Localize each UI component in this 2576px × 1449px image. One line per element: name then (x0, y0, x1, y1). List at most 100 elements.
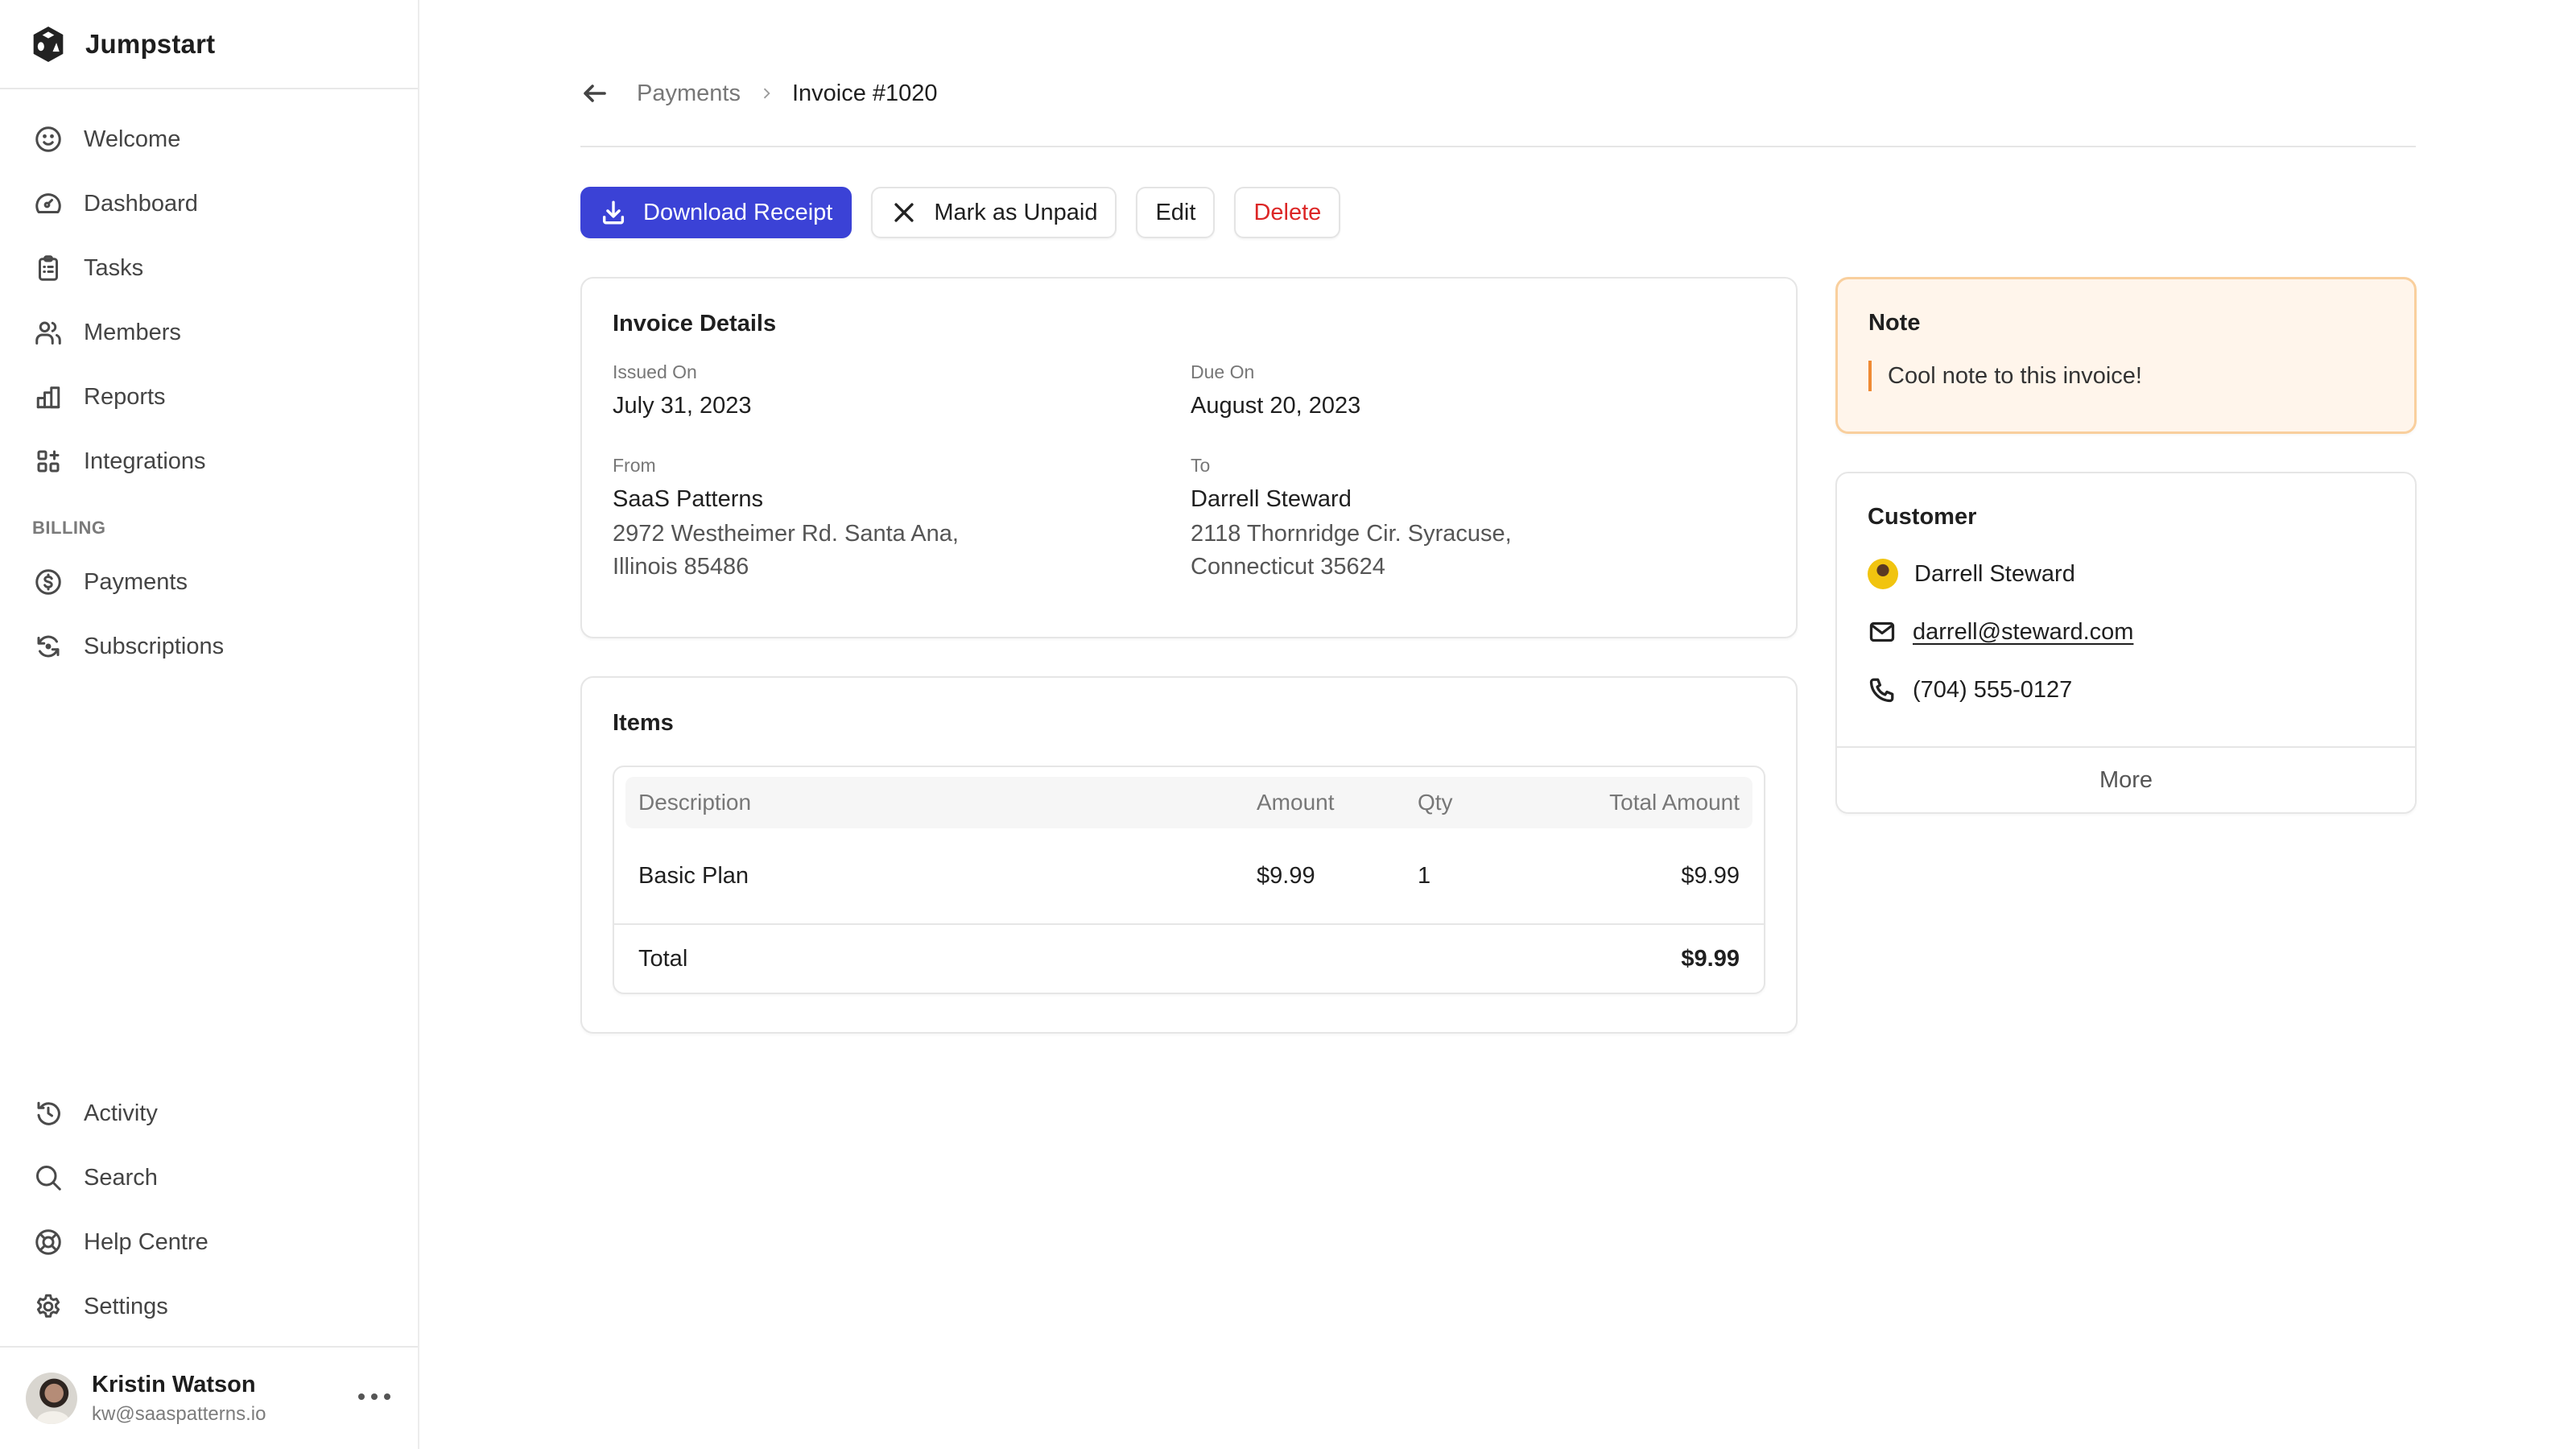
customer-phone-row: (704) 555-0127 (1868, 675, 2384, 704)
smile-icon (35, 126, 61, 152)
sidebar-item-welcome[interactable]: Welcome (0, 107, 418, 171)
sidebar-item-members[interactable]: Members (0, 300, 418, 365)
mark-unpaid-button[interactable]: Mark as Unpaid (871, 187, 1117, 238)
sidebar-item-label: Search (84, 1164, 158, 1191)
sidebar-item-dashboard[interactable]: Dashboard (0, 171, 418, 236)
sidebar-item-label: Subscriptions (84, 633, 225, 659)
billing-section-label: BILLING (32, 518, 106, 538)
sidebar-item-label: Reports (84, 383, 166, 410)
logo-cube-icon (33, 26, 64, 62)
sidebar-item-label: Help Centre (84, 1228, 208, 1255)
items-table: Description Amount Qty Total Amount Basi… (613, 766, 1765, 994)
users-icon (35, 321, 61, 345)
download-icon (602, 200, 625, 225)
sidebar-item-label: Dashboard (84, 190, 198, 217)
sidebar-item-label: Activity (84, 1100, 158, 1126)
issued-on-label: Issued On (613, 361, 697, 382)
issued-on-value: July 31, 2023 (613, 393, 752, 419)
history-icon (37, 1101, 60, 1125)
main-nav: Welcome Dashboard Tasks Members Reports … (0, 89, 418, 679)
refresh-icon (37, 635, 60, 658)
customer-email-link[interactable]: darrell@steward.com (1913, 619, 2133, 646)
sidebar: Jumpstart Welcome Dashboard Tasks Member… (0, 0, 419, 1449)
items-title: Items (613, 710, 674, 736)
column-header-total-amount: Total Amount (1609, 790, 1740, 815)
items-card: Items Description Amount Qty Total Amoun… (580, 676, 1798, 1034)
due-on-label: Due On (1191, 361, 1255, 382)
sidebar-item-label: Members (84, 319, 181, 345)
lifebuoy-icon (35, 1229, 61, 1255)
customer-avatar (1868, 559, 1898, 589)
note-text: Cool note to this invoice! (1888, 362, 2142, 389)
sidebar-item-search[interactable]: Search (0, 1146, 418, 1210)
sidebar-item-integrations[interactable]: Integrations (0, 429, 418, 493)
due-on-field: Due On August 20, 2023 (1191, 361, 1769, 419)
secondary-nav: Activity Search Help Centre Settings (0, 1081, 418, 1339)
item-qty: 1 (1418, 862, 1431, 889)
sidebar-item-label: Payments (84, 568, 188, 595)
action-bar: Download Receipt Mark as Unpaid Edit Del… (580, 187, 1341, 238)
to-label: To (1191, 455, 1211, 476)
total-value: $9.99 (1681, 945, 1740, 972)
breadcrumb-payments-link[interactable]: Payments (637, 80, 741, 107)
column-header-qty: Qty (1418, 790, 1453, 815)
user-profile[interactable]: Kristin Watson kw@saaspatterns.io (0, 1346, 418, 1449)
mark-unpaid-label: Mark as Unpaid (934, 199, 1098, 225)
from-field: From SaaS Patterns 2972 Westheimer Rd. S… (613, 455, 1191, 584)
search-icon (36, 1166, 61, 1191)
column-header-description: Description (638, 790, 752, 815)
breadcrumb: Payments Invoice #1020 (580, 76, 938, 111)
customer-card: Customer Darrell Steward darrell@steward… (1835, 472, 2417, 814)
sidebar-item-label: Settings (84, 1293, 168, 1319)
item-description: Basic Plan (638, 862, 749, 889)
sidebar-item-payments[interactable]: Payments (0, 550, 418, 614)
invoice-details-title: Invoice Details (613, 311, 777, 336)
issued-on-field: Issued On July 31, 2023 (613, 361, 1191, 419)
sidebar-item-activity[interactable]: Activity (0, 1081, 418, 1146)
gauge-icon (35, 193, 61, 213)
customer-name-row: Darrell Steward (1868, 559, 2384, 589)
more-button[interactable]: More (1837, 746, 2415, 812)
sidebar-item-help-centre[interactable]: Help Centre (0, 1210, 418, 1274)
to-name: Darrell Steward (1191, 486, 1352, 512)
to-address-line-2: Connecticut 35624 (1191, 554, 1385, 580)
table-header: Description Amount Qty Total Amount (625, 777, 1752, 828)
avatar (26, 1373, 77, 1424)
arrow-left-icon[interactable] (580, 79, 609, 108)
note-title: Note (1868, 310, 1921, 336)
chevron-right-icon (763, 88, 770, 99)
download-receipt-button[interactable]: Download Receipt (580, 187, 852, 238)
sidebar-item-reports[interactable]: Reports (0, 365, 418, 429)
sidebar-item-label: Welcome (84, 126, 181, 152)
column-header-amount: Amount (1257, 790, 1335, 815)
customer-title: Customer (1868, 504, 1977, 530)
close-icon (894, 203, 914, 222)
brand[interactable]: Jumpstart (0, 0, 418, 89)
item-amount: $9.99 (1257, 862, 1315, 889)
customer-name: Darrell Steward (1914, 560, 2075, 587)
from-name: SaaS Patterns (613, 486, 763, 512)
sidebar-item-subscriptions[interactable]: Subscriptions (0, 614, 418, 679)
dollar-circle-icon (35, 569, 61, 595)
clipboard-icon (39, 255, 58, 281)
total-row: Total $9.99 (614, 923, 1764, 993)
apps-plus-icon (37, 450, 60, 473)
edit-button[interactable]: Edit (1136, 187, 1216, 238)
download-receipt-label: Download Receipt (643, 199, 833, 225)
to-address-line-1: 2118 Thornridge Cir. Syracuse, (1191, 521, 1512, 547)
user-email: kw@saaspatterns.io (92, 1402, 266, 1425)
table-row: Basic Plan $9.99 1 $9.99 (625, 828, 1752, 923)
more-options-icon[interactable] (358, 1385, 390, 1409)
customer-email-row: darrell@steward.com (1868, 617, 2384, 646)
item-total: $9.99 (1681, 862, 1740, 889)
gear-icon (36, 1294, 60, 1318)
sidebar-item-label: Tasks (84, 254, 144, 281)
total-label: Total (638, 945, 688, 972)
due-on-value: August 20, 2023 (1191, 393, 1361, 419)
sidebar-item-settings[interactable]: Settings (0, 1274, 418, 1339)
sidebar-item-tasks[interactable]: Tasks (0, 236, 418, 300)
note-card: Note Cool note to this invoice! (1835, 277, 2417, 434)
user-name: Kristin Watson (92, 1371, 256, 1397)
delete-button[interactable]: Delete (1234, 187, 1341, 238)
to-field: To Darrell Steward 2118 Thornridge Cir. … (1191, 455, 1769, 584)
